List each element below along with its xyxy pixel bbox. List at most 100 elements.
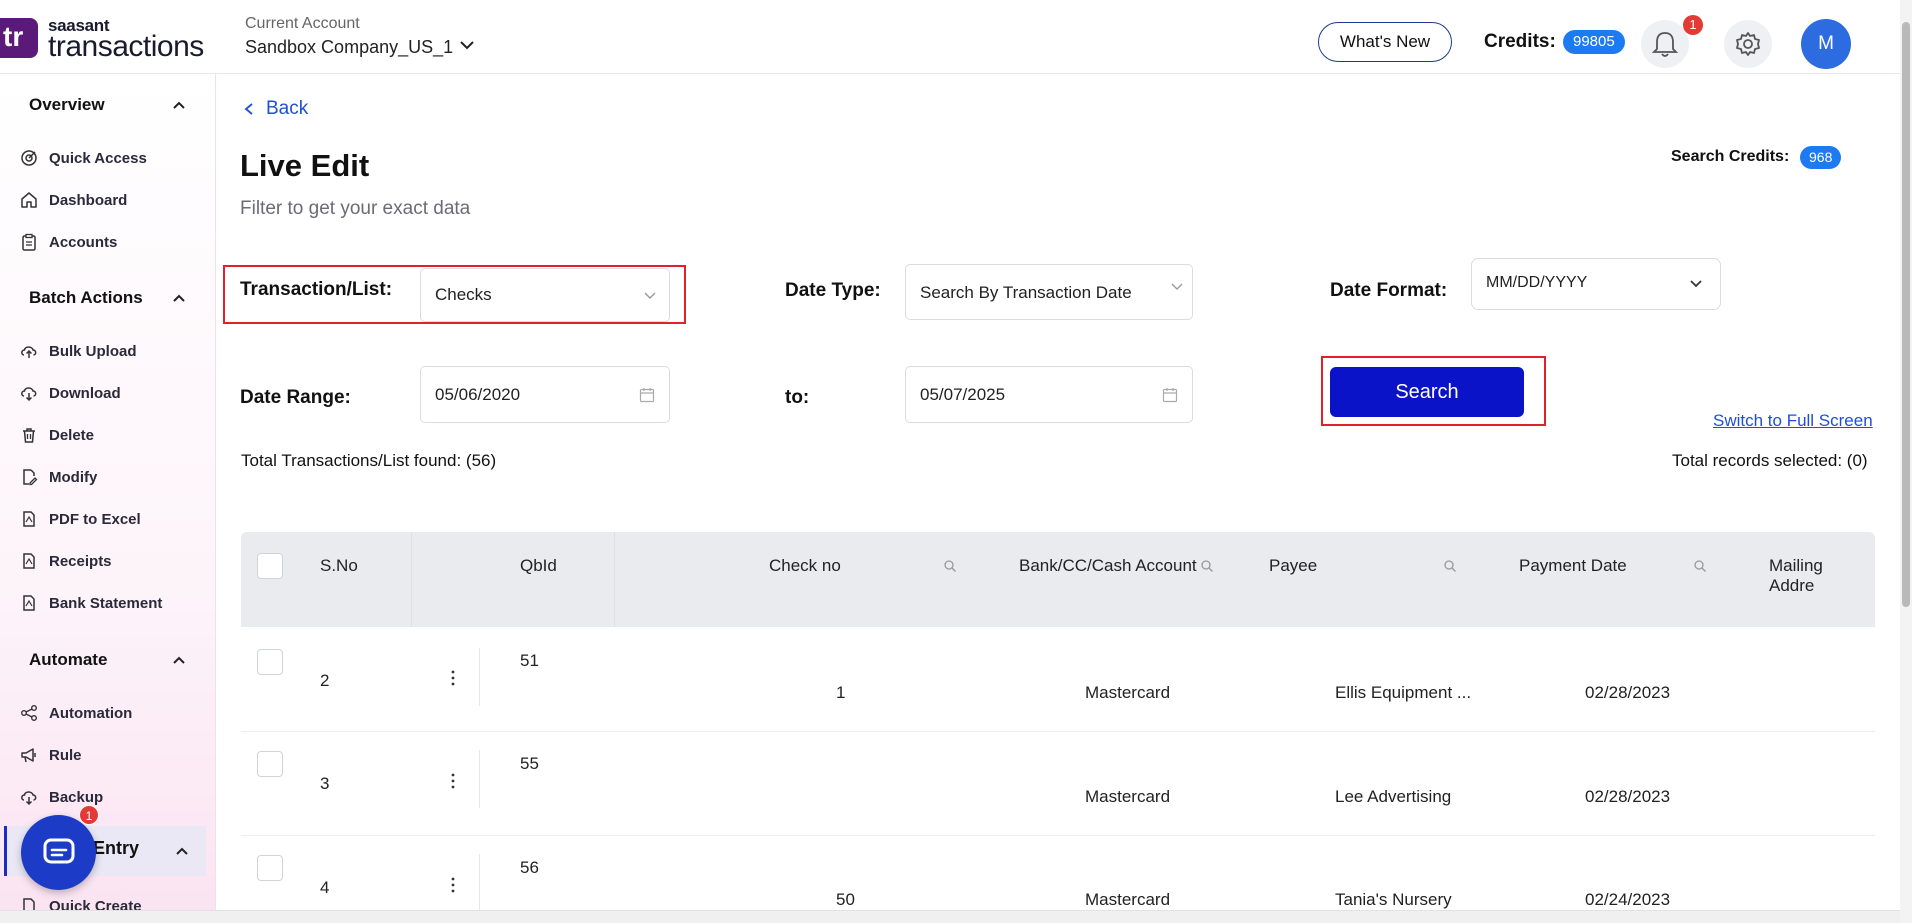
- calendar-icon[interactable]: [1162, 387, 1178, 403]
- date-to-value: 05/07/2025: [920, 385, 1006, 404]
- calendar-icon[interactable]: [639, 387, 655, 403]
- search-icon[interactable]: [943, 559, 957, 573]
- whats-new-button[interactable]: What's New: [1318, 22, 1452, 62]
- top-header: tr saasant transactions Current Account …: [0, 0, 1900, 74]
- cell-payment-date: 02/28/2023: [1585, 683, 1671, 702]
- sidebar-item-automation[interactable]: Automation: [20, 701, 132, 725]
- sidebar-item-dashboard[interactable]: Dashboard: [20, 188, 127, 212]
- sidebar-item-rule[interactable]: Rule: [20, 743, 82, 767]
- sidebar-item-delete[interactable]: Delete: [20, 423, 94, 447]
- cell-qbid: 55: [520, 754, 539, 773]
- sidebar-item-download[interactable]: Download: [20, 381, 121, 405]
- column-header-label: Bank/CC/Cash Account: [1019, 556, 1197, 575]
- sidebar-item-label: Accounts: [49, 233, 118, 251]
- sidebar-section-automate[interactable]: Automate: [29, 650, 107, 670]
- column-header-payee[interactable]: Payee: [1269, 532, 1469, 627]
- row-checkbox[interactable]: [257, 751, 283, 777]
- select-all-checkbox[interactable]: [257, 553, 283, 579]
- download-cloud-icon: [21, 387, 37, 402]
- search-button[interactable]: Search: [1330, 367, 1524, 417]
- chevron-up-icon[interactable]: [172, 291, 186, 305]
- date-type-select[interactable]: Search By Transaction Date: [905, 264, 1193, 320]
- chevron-down-icon: [644, 292, 656, 299]
- back-label: Back: [266, 98, 309, 119]
- column-header-bank-account[interactable]: Bank/CC/Cash Account: [1019, 532, 1219, 627]
- sidebar-section-label: Entry: [93, 838, 140, 858]
- chevron-up-icon[interactable]: [172, 98, 186, 112]
- transaction-list-select[interactable]: Checks: [420, 268, 670, 322]
- search-credits-badge: 968: [1800, 146, 1842, 169]
- page-subtitle: Filter to get your exact data: [240, 198, 471, 219]
- table-row[interactable]: 3 55 Mastercard Lee Advertising 02/28/20…: [241, 732, 1875, 836]
- sidebar-item-modify[interactable]: Modify: [20, 465, 97, 489]
- sidebar-item-pdf-to-excel[interactable]: PDF to Excel: [20, 507, 141, 531]
- sidebar-item-label: Bank Statement: [49, 594, 163, 612]
- cell-payee: Ellis Equipment ...: [1335, 683, 1472, 702]
- date-to-label: to:: [785, 387, 810, 408]
- cell-payment-date: 02/28/2023: [1585, 787, 1671, 806]
- search-credits-label: Search Credits:: [1671, 148, 1790, 165]
- chevron-up-icon[interactable]: [175, 844, 189, 858]
- transaction-list-value: Checks: [435, 285, 492, 304]
- sidebar-section-batch-actions[interactable]: Batch Actions: [29, 288, 143, 308]
- search-icon[interactable]: [1200, 559, 1214, 573]
- cell-sno: 2: [320, 671, 330, 690]
- date-format-select[interactable]: MM/DD/YYYY: [1471, 258, 1721, 310]
- sidebar-item-receipts[interactable]: Receipts: [20, 549, 112, 573]
- transaction-list-label: Transaction/List:: [240, 279, 393, 300]
- credits-badge: 99805: [1563, 30, 1625, 54]
- date-range-label: Date Range:: [240, 387, 351, 408]
- sidebar-item-bulk-upload[interactable]: Bulk Upload: [20, 339, 137, 363]
- credits-label: Credits:: [1484, 31, 1556, 52]
- sidebar-item-bank-statement[interactable]: Bank Statement: [20, 591, 162, 615]
- settings-button[interactable]: [1724, 20, 1772, 68]
- edit-file-icon: [23, 469, 38, 486]
- sidebar-item-label: Bulk Upload: [49, 342, 137, 360]
- table-row[interactable]: 4 56 50 Mastercard Tania's Nursery 02/24…: [241, 836, 1875, 910]
- column-header-label: S.No: [320, 556, 358, 575]
- kebab-menu-icon[interactable]: [451, 877, 455, 893]
- cell-payee: Tania's Nursery: [1335, 890, 1452, 909]
- chevron-down-icon[interactable]: [458, 36, 476, 54]
- chevron-up-icon[interactable]: [172, 653, 186, 667]
- search-icon[interactable]: [1443, 559, 1457, 573]
- table-row[interactable]: 2 51 1 Mastercard Ellis Equipment ... 02…: [241, 628, 1875, 732]
- sidebar-section-overview[interactable]: Overview: [29, 95, 105, 115]
- date-type-label: Date Type:: [785, 280, 881, 301]
- user-avatar[interactable]: M: [1801, 19, 1851, 69]
- gear-icon: [1736, 32, 1760, 56]
- sidebar-item-accounts[interactable]: Accounts: [20, 230, 117, 254]
- notifications-button[interactable]: [1641, 20, 1689, 68]
- chevron-left-icon: [244, 103, 253, 115]
- table-header: S.No QbId Check no Bank/CC/Cash Account …: [241, 532, 1875, 627]
- kebab-menu-icon[interactable]: [451, 670, 455, 686]
- column-header-payment-date[interactable]: Payment Date: [1519, 532, 1719, 627]
- sidebar-item-label: Download: [49, 384, 121, 402]
- sidebar: Overview Quick Access Dashboard Accounts…: [0, 74, 216, 923]
- back-link[interactable]: Back: [242, 98, 308, 120]
- sidebar-item-label: Dashboard: [49, 191, 128, 209]
- kebab-menu-icon[interactable]: [451, 773, 455, 789]
- horizontal-scrollbar[interactable]: [0, 910, 1900, 923]
- cell-check-no: 1: [836, 683, 846, 702]
- backup-cloud-icon: [21, 791, 37, 806]
- cell-payee: Lee Advertising: [1335, 787, 1452, 806]
- cell-account: Mastercard: [1085, 890, 1171, 909]
- switch-to-full-screen-link[interactable]: Switch to Full Screen: [1713, 411, 1873, 431]
- vertical-scrollbar-thumb[interactable]: [1902, 22, 1910, 607]
- sidebar-item-quick-access[interactable]: Quick Access: [20, 146, 147, 170]
- chat-support-button[interactable]: [21, 815, 96, 890]
- date-from-input[interactable]: 05/06/2020: [420, 366, 670, 423]
- cell-sno: 3: [320, 774, 330, 793]
- row-checkbox[interactable]: [257, 649, 283, 675]
- logo-brand: transactions: [48, 30, 204, 63]
- account-selector[interactable]: Sandbox Company_US_1: [245, 37, 453, 58]
- sidebar-item-label: Rule: [49, 746, 82, 764]
- search-icon[interactable]: [1693, 559, 1707, 573]
- column-header-check-no[interactable]: Check no: [769, 532, 964, 627]
- row-checkbox[interactable]: [257, 855, 283, 881]
- date-to-input[interactable]: 05/07/2025: [905, 366, 1193, 423]
- sidebar-item-label: Backup: [49, 788, 104, 806]
- sidebar-item-label: Modify: [49, 468, 98, 486]
- statement-file-icon: [23, 595, 35, 611]
